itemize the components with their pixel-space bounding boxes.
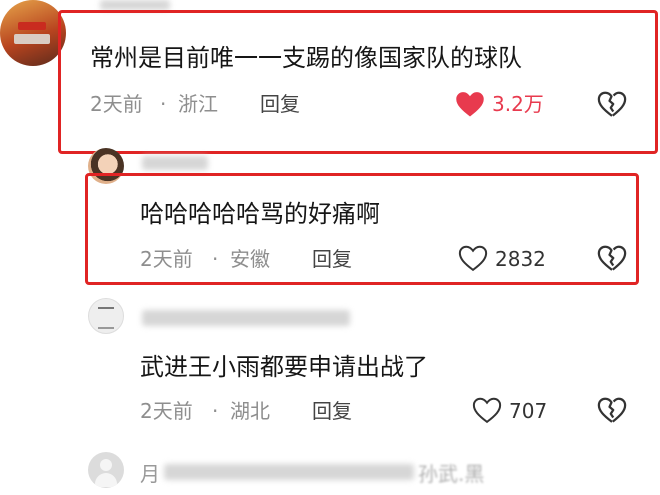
- partial-text: 孙武.黑: [418, 462, 485, 486]
- like-count: 707: [509, 399, 548, 423]
- avatar[interactable]: [88, 452, 124, 488]
- avatar[interactable]: [88, 298, 124, 334]
- reply-button[interactable]: 回复: [312, 249, 352, 269]
- comment-time: 2天前: [140, 399, 193, 423]
- comment-time: 2天前: [140, 247, 193, 271]
- dislike-icon[interactable]: [597, 89, 627, 119]
- meta-separator: ·: [160, 92, 167, 116]
- heart-icon[interactable]: [472, 396, 502, 424]
- comment-text: 武进王小雨都要申请出战了: [140, 353, 428, 381]
- comment-location: 安徽: [230, 247, 270, 271]
- blurred-text: [164, 464, 414, 480]
- dislike-icon[interactable]: [597, 243, 627, 273]
- highlight-box: [58, 10, 658, 154]
- blurred-username: [142, 156, 208, 170]
- blurred-username: [100, 0, 170, 10]
- meta-separator: ·: [212, 247, 219, 271]
- heart-filled-icon[interactable]: [455, 90, 485, 118]
- heart-icon[interactable]: [458, 244, 488, 272]
- comment-location: 浙江: [178, 92, 218, 116]
- reply-button[interactable]: 回复: [312, 401, 352, 421]
- comment-time: 2天前: [90, 92, 143, 116]
- like-count: 2832: [495, 247, 546, 271]
- avatar[interactable]: [0, 0, 66, 66]
- reply-button[interactable]: 回复: [260, 94, 300, 114]
- partial-username: 月: [140, 462, 160, 486]
- comment-location: 湖北: [230, 399, 270, 423]
- like-count: 3.2万: [492, 92, 544, 116]
- comment-text: 哈哈哈哈哈骂的好痛啊: [140, 200, 380, 228]
- blurred-username: [142, 310, 350, 326]
- comment-text: 常州是目前唯一一支踢的像国家队的球队: [90, 44, 522, 72]
- dislike-icon[interactable]: [597, 395, 627, 425]
- meta-separator: ·: [212, 399, 219, 423]
